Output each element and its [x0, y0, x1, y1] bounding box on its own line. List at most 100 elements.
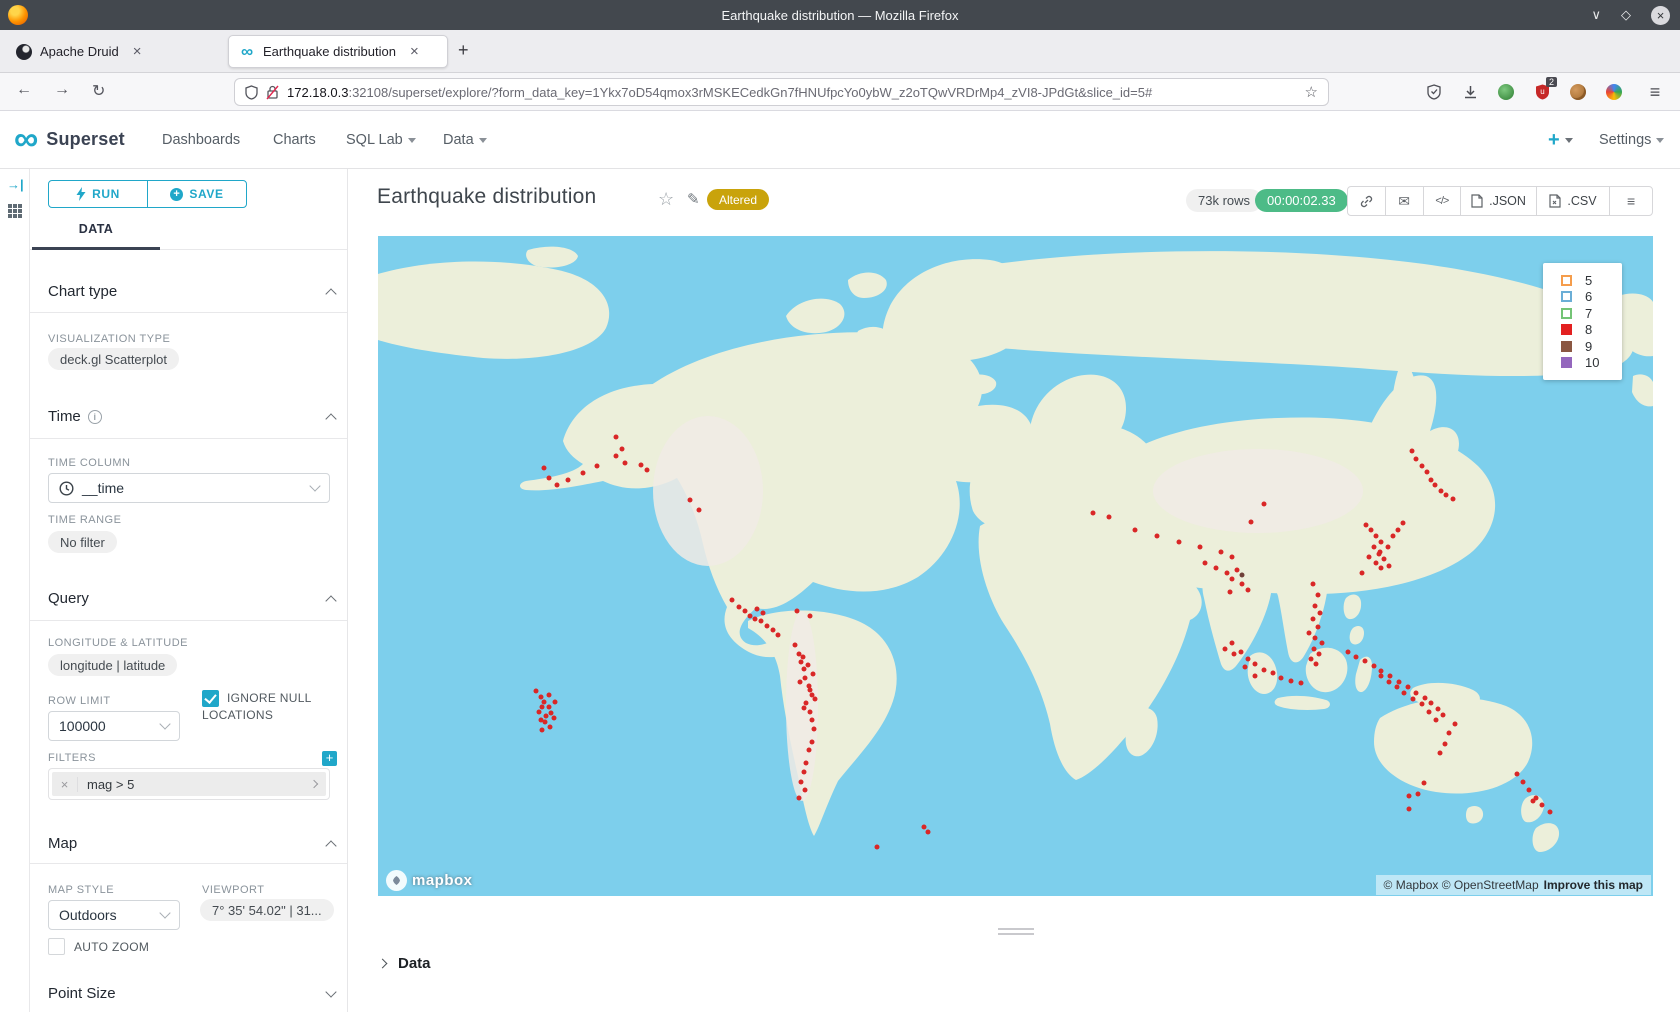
mapbox-logo[interactable]: mapbox — [386, 870, 473, 891]
edit-title-icon[interactable]: ✎ — [687, 190, 700, 208]
add-filter-button[interactable]: + — [322, 751, 337, 766]
window-maximize-icon[interactable]: ◇ — [1621, 7, 1631, 23]
insecure-lock-icon[interactable] — [266, 85, 279, 100]
chevron-down-icon — [309, 480, 320, 491]
attribution-text[interactable]: © Mapbox © OpenStreetMap — [1384, 878, 1539, 892]
nav-settings[interactable]: Settings — [1599, 132, 1664, 148]
deckgl-map[interactable]: 5 6 7 8 9 10 mapbox © Mapbox © OpenStree… — [378, 236, 1653, 896]
window-minimize-icon[interactable]: ∨ — [1591, 7, 1601, 23]
earthquake-dot — [1245, 657, 1250, 662]
nav-charts[interactable]: Charts — [273, 132, 316, 148]
export-csv-button[interactable]: .CSV — [1537, 187, 1611, 215]
ignore-null-checkbox-group[interactable]: IGNORE NULL LOCATIONS — [202, 690, 338, 724]
earthquake-dot — [1379, 565, 1384, 570]
map-style-select[interactable]: Outdoors — [48, 900, 180, 930]
plus-circle-icon: + — [170, 188, 183, 201]
section-map[interactable]: Map — [48, 835, 335, 852]
earthquake-dot — [1410, 448, 1415, 453]
tab-apache-druid[interactable]: Apache Druid × — [6, 35, 218, 68]
time-column-select[interactable]: __time — [48, 473, 330, 503]
checkbox-empty-icon[interactable] — [48, 938, 65, 955]
tab-close-icon[interactable]: × — [133, 43, 142, 60]
tab-close-icon[interactable]: × — [410, 43, 419, 60]
earthquake-dot — [1381, 557, 1386, 562]
earthquake-dot — [1213, 565, 1218, 570]
embed-code-button[interactable]: </> — [1424, 187, 1462, 215]
share-link-button[interactable] — [1348, 187, 1386, 215]
section-query[interactable]: Query — [48, 590, 335, 607]
pocket-shield-icon[interactable] — [1423, 81, 1445, 103]
window-close-icon[interactable]: × — [1651, 6, 1670, 25]
viz-type-value[interactable]: deck.gl Scatterplot — [48, 348, 179, 370]
email-button[interactable]: ✉ — [1386, 187, 1424, 215]
cookie-addon-icon[interactable] — [1567, 81, 1589, 103]
remove-filter-icon[interactable]: × — [52, 777, 78, 792]
chevron-right-icon[interactable] — [302, 781, 326, 787]
favorite-star-icon[interactable]: ☆ — [658, 189, 674, 210]
viewport-value[interactable]: 7° 35' 54.02" | 31... — [200, 899, 334, 921]
superset-logo[interactable]: ∞ Superset — [14, 125, 125, 153]
earthquake-dot — [1453, 722, 1458, 727]
section-time[interactable]: Timei — [48, 408, 335, 425]
bookmark-star-icon[interactable]: ☆ — [1305, 83, 1318, 101]
earthquake-dot — [1262, 667, 1267, 672]
filter-chip[interactable]: × mag > 5 — [52, 772, 326, 796]
earthquake-dot — [1407, 806, 1412, 811]
data-panel-toggle[interactable]: Data — [379, 955, 431, 972]
lonlat-label: LONGITUDE & LATITUDE — [48, 637, 188, 649]
download-icon[interactable] — [1459, 81, 1481, 103]
checkbox-checked-icon[interactable] — [202, 690, 219, 707]
expand-panel-icon[interactable]: →| — [7, 177, 24, 192]
ublock-addon-icon[interactable]: u 2 — [1531, 81, 1553, 103]
dataset-grid-icon[interactable] — [7, 203, 23, 224]
colorful-addon-icon[interactable] — [1603, 81, 1625, 103]
nav-dashboards[interactable]: Dashboards — [162, 132, 240, 148]
section-chart-type[interactable]: Chart type — [48, 283, 335, 300]
earthquake-dot — [1299, 681, 1304, 686]
privacy-addon-icon[interactable] — [1495, 81, 1517, 103]
earthquake-dot — [619, 447, 624, 452]
reload-icon[interactable]: ↻ — [92, 81, 105, 101]
time-range-value[interactable]: No filter — [48, 531, 117, 553]
earthquake-dot — [1227, 589, 1232, 594]
tab-data[interactable]: DATA — [32, 222, 160, 236]
chart-panel: Earthquake distribution ☆ ✎ Altered 73k … — [348, 169, 1680, 1012]
legend-swatch — [1561, 324, 1572, 335]
row-limit-select[interactable]: 100000 — [48, 711, 180, 741]
nav-sql-lab[interactable]: SQL Lab — [346, 132, 416, 148]
improve-map-link[interactable]: Improve this map — [1544, 878, 1643, 892]
export-json-button[interactable]: .JSON — [1461, 187, 1537, 215]
tracking-shield-icon[interactable] — [245, 85, 258, 100]
run-button[interactable]: RUN — [48, 180, 148, 208]
new-tab-button[interactable]: + — [458, 40, 469, 61]
url-bar[interactable]: 172.18.0.3:32108/superset/explore/?form_… — [234, 78, 1329, 106]
lonlat-value[interactable]: longitude | latitude — [48, 654, 177, 676]
legend-swatch — [1561, 291, 1572, 302]
window-titlebar: Earthquake distribution — Mozilla Firefo… — [0, 0, 1680, 30]
back-icon[interactable]: ← — [16, 81, 32, 99]
earthquake-dot — [549, 710, 554, 715]
nav-data[interactable]: Data — [443, 132, 487, 148]
save-button[interactable]: + SAVE — [147, 180, 247, 208]
earthquake-dot — [1385, 544, 1390, 549]
firefox-menu-icon[interactable]: ≡ — [1644, 81, 1666, 103]
active-tab-underline — [32, 247, 160, 250]
earthquake-dot — [1278, 675, 1283, 680]
earthquake-dot — [804, 761, 809, 766]
earthquake-dot — [1413, 690, 1418, 695]
earthquake-dot — [1426, 709, 1431, 714]
earthquake-dot — [1374, 560, 1379, 565]
tab-earthquake-distribution[interactable]: ∞ Earthquake distribution × — [228, 35, 448, 68]
menu-icon: ≡ — [1627, 193, 1635, 209]
earthquake-dot — [1313, 603, 1318, 608]
earthquake-dot — [1225, 571, 1230, 576]
more-options-button[interactable]: ≡ — [1610, 187, 1652, 215]
earthquake-dot — [925, 829, 930, 834]
earthquake-dot — [1253, 673, 1258, 678]
panel-resize-handle[interactable] — [998, 928, 1034, 938]
section-point-size[interactable]: Point Size — [48, 985, 335, 1002]
forward-icon[interactable]: → — [54, 81, 70, 99]
filters-container: × mag > 5 — [48, 768, 330, 800]
auto-zoom-checkbox-group[interactable]: AUTO ZOOM — [48, 938, 149, 955]
new-chart-button[interactable]: + — [1548, 129, 1573, 152]
